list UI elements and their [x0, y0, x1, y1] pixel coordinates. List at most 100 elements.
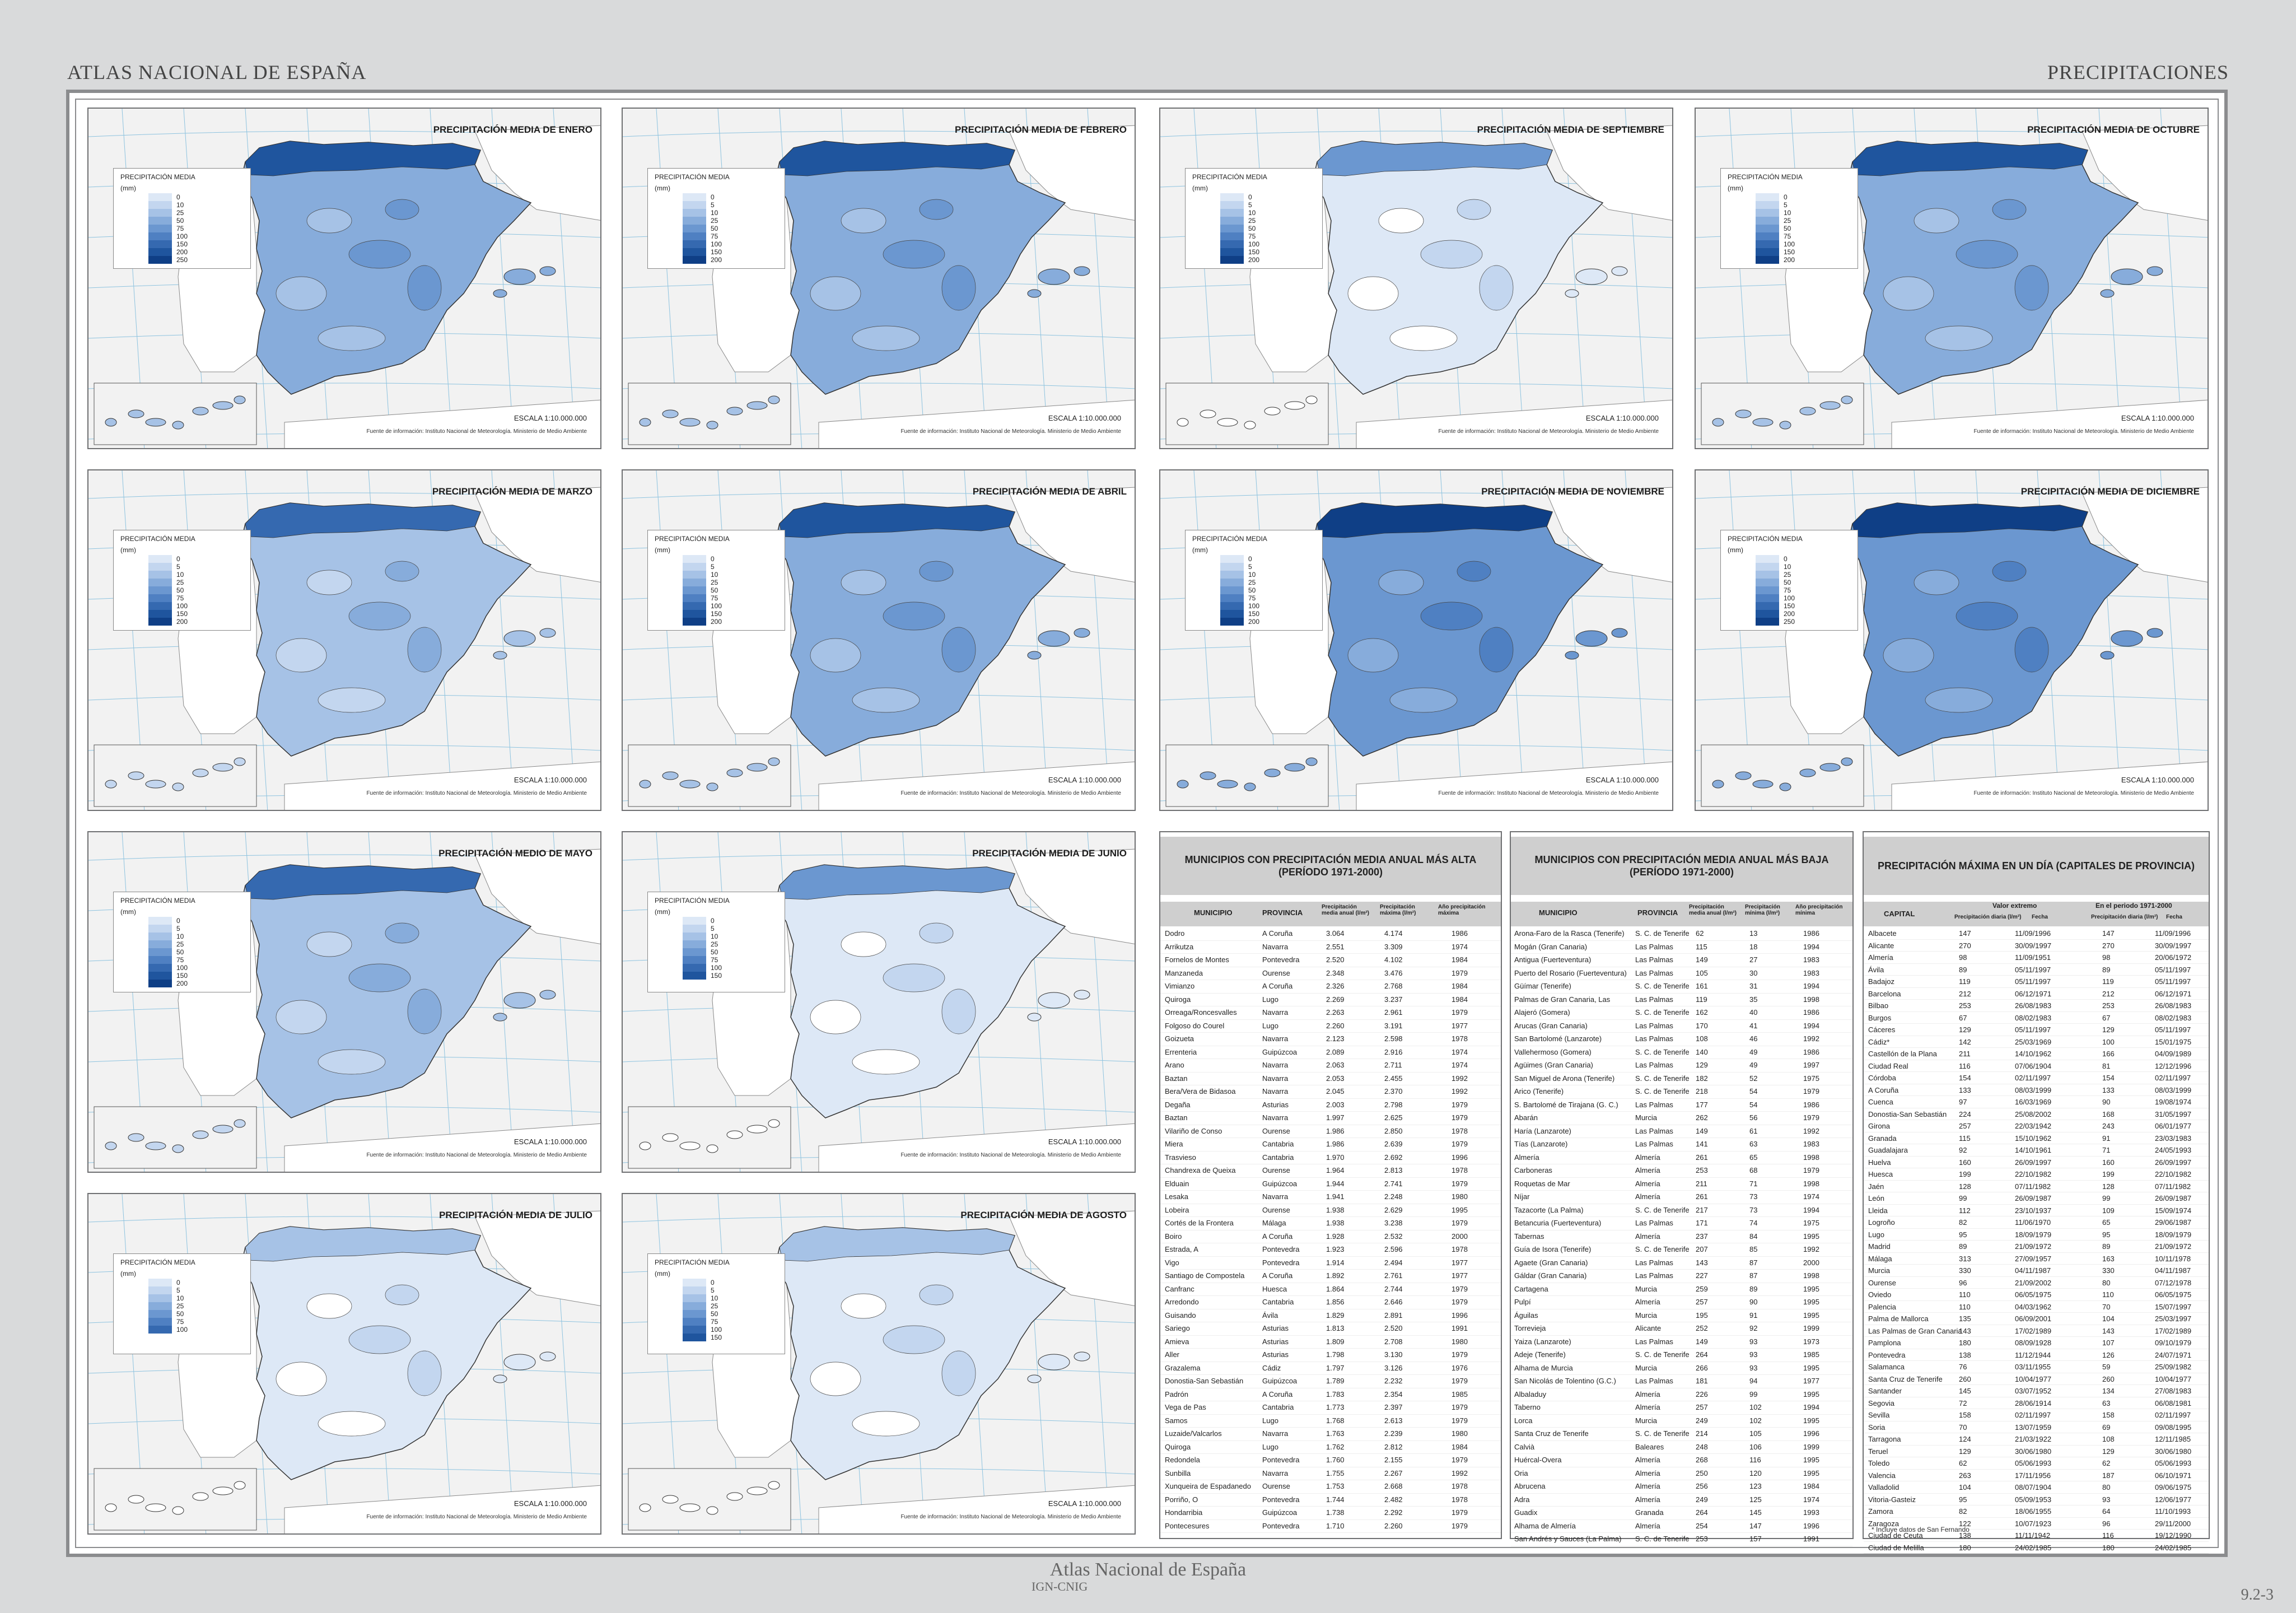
table-cell: 1978 [1452, 1245, 1468, 1253]
table-cell: Barcelona [1868, 989, 1901, 998]
table-cell: 21/03/1922 [2015, 1435, 2052, 1443]
table-row: Calvià Baleares 248 106 1999 [1511, 1441, 1852, 1454]
table-cell: 05/06/1993 [2015, 1459, 2052, 1467]
table-cell: 05/11/1997 [2015, 965, 2051, 974]
table-cell: 1979 [1452, 1100, 1468, 1109]
canary-island [1752, 418, 1774, 427]
table-cell: 1973 [1803, 1337, 1819, 1346]
table-cell: Calvià [1514, 1442, 1535, 1451]
table-title: PRECIPITACIÓN MÁXIMA EN UN DÍA (CAPITALE… [1864, 837, 2209, 895]
table-cell: 180 [1959, 1339, 1971, 1347]
table-cell: 1986 [1452, 929, 1468, 938]
legend-title: PRECIPITACIÓN MEDIA [655, 535, 730, 543]
table-cell: 1.941 [1326, 1192, 1345, 1201]
balearic-island [493, 1013, 507, 1022]
legend-swatch [683, 1279, 706, 1286]
table-cell: 1979 [1452, 1219, 1468, 1227]
legend-swatch [1756, 225, 1779, 232]
table-cell: 250 [1696, 1469, 1708, 1477]
table-cell: Las Palmas [1635, 955, 1673, 964]
table-cell: 110 [2102, 1290, 2114, 1299]
precipitation-map-panel: PRECIPITACIÓN MEDIA DE AGOSTO PRECIPITACI… [622, 1193, 1136, 1535]
table-row: Palencia 110 04/03/1962 70 15/07/1997 [1864, 1301, 2209, 1313]
legend-label: 100 [176, 964, 188, 972]
table-cell: 84 [1749, 1232, 1758, 1241]
table-cell: 99 [1959, 1194, 1967, 1202]
table-cell: Xunqueira de Espadanedo [1165, 1482, 1251, 1490]
table-cell: 2.692 [1384, 1153, 1403, 1162]
legend-swatch [1756, 618, 1779, 626]
map-title: PRECIPITACIÓN MEDIO DE MAYO [438, 848, 592, 859]
contour-band [1925, 325, 1993, 351]
table-cell: 138 [1959, 1350, 1971, 1359]
contour-band [941, 1350, 976, 1396]
table-row: Adra Almería 249 125 1974 [1511, 1494, 1852, 1507]
table-cell: 163 [2102, 1254, 2115, 1263]
contour-band [407, 265, 442, 311]
contour-band [306, 931, 352, 957]
legend-label: 5 [711, 201, 715, 209]
legend-title: PRECIPITACIÓN MEDIA [1728, 173, 1803, 181]
table-row: A Coruña 133 08/03/1999 133 08/03/1999 [1864, 1084, 2209, 1096]
table-cell: 1979 [1452, 1377, 1468, 1385]
table-cell: 18 [1749, 942, 1758, 951]
table-row: Canfranc Huesca 1.864 2.744 1979 [1160, 1283, 1501, 1296]
canary-island [679, 1141, 701, 1150]
table-cell: 2.123 [1326, 1034, 1345, 1043]
table-cell: 2.494 [1384, 1258, 1403, 1267]
canary-island [128, 409, 144, 418]
spain-map [623, 1194, 1135, 1533]
table-cell: Carboneras [1514, 1166, 1552, 1174]
legend-label: 100 [176, 1326, 188, 1334]
table-cell: S. C. de Tenerife [1635, 1429, 1690, 1438]
legend-swatch [683, 964, 706, 972]
table-row: Trasvieso Cantabria 1.970 2.692 1996 [1160, 1152, 1501, 1164]
table-cell: 1979 [1803, 1113, 1819, 1122]
table-cell: 06/12/1971 [2155, 989, 2192, 998]
table-cell: 2.053 [1326, 1074, 1345, 1083]
table-row: Xunqueira de Espadanedo Ourense 1.753 2.668… [1160, 1480, 1501, 1494]
table-cell: A Coruña [1262, 929, 1293, 938]
table-cell: 1.864 [1326, 1284, 1345, 1293]
table-cell: 1992 [1452, 1087, 1468, 1095]
legend-swatch [148, 586, 172, 594]
contour-band [941, 265, 976, 311]
table-row: Tarragona 124 21/03/1922 108 12/11/1985 [1864, 1433, 2209, 1446]
map-source: Fuente de información: Instituto Naciona… [366, 1514, 587, 1520]
table-cell: 12/11/1985 [2155, 1435, 2191, 1443]
table-cell: 187 [2102, 1471, 2115, 1480]
table-cell: 2.812 [1384, 1442, 1403, 1451]
legend-unit: (mm) [120, 908, 136, 916]
legend-label: 5 [1784, 201, 1788, 209]
table-cell: 05/11/1997 [2155, 965, 2191, 974]
map-source: Fuente de información: Instituto Naciona… [1973, 790, 2194, 796]
precipitation-map-panel: PRECIPITACIÓN MEDIA DE DICIEMBRE PRECIPIT… [1695, 469, 2209, 811]
table-cell: 1994 [1803, 1403, 1819, 1411]
table-cell: 2.354 [1384, 1390, 1403, 1398]
contour-band [1992, 199, 2027, 220]
legend-unit: (mm) [655, 546, 670, 554]
legend-swatch [683, 925, 706, 933]
table-row: Alicante 270 30/09/1997 270 30/09/1997 [1864, 940, 2209, 952]
table-row: Yaiza (Lanzarote) Las Palmas 149 93 1973 [1511, 1336, 1852, 1349]
table-cell: 1.783 [1326, 1390, 1345, 1398]
table-cell: Badajoz [1868, 977, 1894, 986]
balearic-island [1565, 651, 1579, 660]
table-row: Amieva Asturias 1.809 2.708 1980 [1160, 1336, 1501, 1349]
contour-band [318, 1049, 386, 1075]
table-row: Huelva 160 26/09/1997 160 26/09/1997 [1864, 1157, 2209, 1168]
canary-island [1284, 763, 1305, 772]
legend-title: PRECIPITACIÓN MEDIA [655, 173, 730, 181]
table-row: Cartagena Murcia 259 89 1995 [1511, 1283, 1852, 1296]
table-cell: 253 [1959, 1001, 1971, 1010]
canary-islands-inset [628, 1106, 791, 1169]
table-cell: 1995 [1803, 1232, 1819, 1241]
contour-band [407, 989, 442, 1034]
canary-island [234, 1481, 246, 1490]
legend-label: 75 [1784, 586, 1791, 594]
spain-map [88, 109, 600, 448]
legend-swatch [1220, 201, 1244, 209]
legend-swatch [148, 1310, 172, 1318]
legend-swatch [683, 933, 706, 940]
table-row: Puerto del Rosario (Fuerteventura) Las Pa… [1511, 967, 1852, 980]
